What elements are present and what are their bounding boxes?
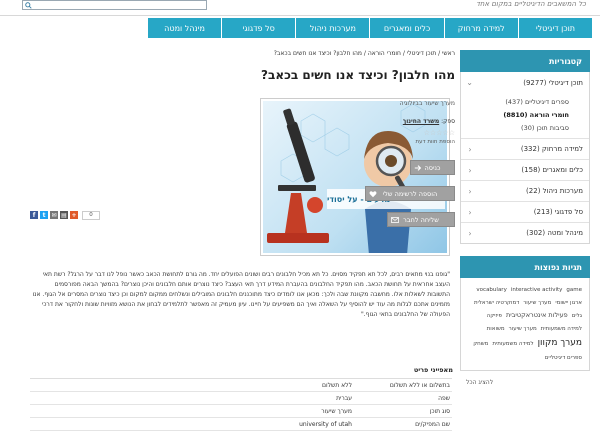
tag-link[interactable]: interactive activity — [511, 287, 563, 294]
publisher-label: ספק: — [441, 118, 455, 125]
properties-title: מאפייני פריט — [413, 366, 453, 374]
nav-item-management-systems[interactable]: מערכות ניהול — [295, 18, 369, 38]
tag-link[interactable]: vocabulary — [476, 287, 506, 294]
category-list: תוכן דיגיטלי (9277) ⌄ ספרים דיגיטליים (4… — [460, 72, 590, 244]
enter-button-label: כניסה — [424, 163, 441, 172]
category-label: מינהל ומטה (302) — [526, 229, 583, 237]
property-value: ללא תשלום — [322, 381, 352, 389]
show-all-tags-link[interactable]: להציג הכל — [460, 371, 590, 394]
enter-button[interactable]: כניסה — [410, 160, 455, 175]
publisher-line: ספק: משרד החינוך — [403, 118, 455, 125]
tag-link[interactable]: דמוקרטיה ישראלית — [474, 300, 519, 307]
property-value: עברית — [336, 394, 352, 402]
property-value: university of utah — [299, 420, 352, 428]
property-key: שם המפיק/ים — [415, 420, 450, 428]
subcategory-list: ספרים דיגיטליים (437) חומרי הוראה (8810)… — [461, 93, 589, 138]
email-icon[interactable]: ✉ — [50, 211, 58, 219]
category-digital-content[interactable]: תוכן דיגיטלי (9277) ⌄ — [461, 72, 589, 93]
tags-title: תגיות נפוצות — [460, 256, 590, 278]
site-tagline: כל המשאבים הדיגיטליים במקום אחד — [476, 0, 586, 8]
plus-share-icon[interactable]: + — [70, 211, 78, 219]
property-key: בתשלום או ללא תשלום — [389, 381, 450, 389]
envelope-icon — [391, 217, 399, 223]
item-description: "גופנו בנוי מתאים רבים, לכל תא תפקיד מסו… — [32, 271, 450, 318]
send-to-friend-button[interactable]: שליחה לחבר — [387, 212, 455, 227]
nav-item-digital-content[interactable]: תוכן דיגיטלי — [517, 18, 592, 38]
table-row: שם המפיק/ים university of utah — [30, 418, 452, 431]
tag-link[interactable]: למידה משמעותית — [492, 341, 533, 348]
tag-link[interactable]: ספרים דיגיטליים — [545, 355, 582, 362]
breadcrumb[interactable]: ראשי / תוכן דיגיטלי / חומרי הוראה / מהו … — [274, 50, 455, 57]
search-box[interactable] — [22, 0, 207, 10]
print-icon[interactable]: ▤ — [60, 211, 68, 219]
top-strip: כל המשאבים הדיגיטליים במקום אחד — [0, 0, 600, 16]
tag-link[interactable]: משואות — [487, 326, 505, 333]
search-icon[interactable] — [25, 2, 32, 9]
popular-tags: תגיות נפוצות gameinteractive activity voc… — [460, 256, 590, 394]
chevron-left-icon[interactable]: ‹ — [467, 187, 473, 196]
add-review-link[interactable]: הוספת חוות דעת — [416, 139, 455, 145]
tag-link[interactable]: מערך שיעור — [509, 326, 537, 333]
tag-link[interactable]: גלים — [572, 313, 582, 320]
tag-link[interactable]: למידה משמעותית — [541, 326, 582, 333]
share-count: 0 — [82, 210, 100, 220]
category-label: תוכן דיגיטלי (9277) — [523, 78, 583, 87]
property-key: שפה — [438, 394, 450, 402]
subcategory-digital-books[interactable]: ספרים דיגיטליים (437) — [461, 95, 589, 108]
category-administration[interactable]: מינהל ומטה (302) ‹ — [461, 222, 589, 243]
tag-link[interactable]: פיזיקה — [487, 313, 502, 320]
subcategory-teaching-materials[interactable]: חומרי הוראה (8810) — [461, 108, 589, 121]
chevron-left-icon[interactable]: ‹ — [467, 166, 473, 175]
tag-link[interactable]: מערך מקוון — [538, 338, 582, 350]
tag-link[interactable]: ארגון יישומי — [555, 300, 582, 307]
nav-item-pedagogic-basket[interactable]: סל פדגוגי — [221, 18, 295, 38]
heart-icon — [369, 191, 377, 198]
category-label: למידה מרחוק (332) — [520, 145, 583, 153]
item-type: מערך שיעור בביולוגיה — [399, 100, 455, 107]
facebook-icon[interactable]: f — [30, 211, 38, 219]
twitter-icon[interactable]: t — [40, 211, 48, 219]
chevron-left-icon[interactable]: ‹ — [467, 208, 473, 217]
category-label: סל פדגוגי (213) — [533, 208, 583, 216]
tag-link[interactable]: משחק — [473, 341, 488, 348]
add-to-list-label: הוספה לרשימה שלי — [382, 189, 438, 198]
rating-stars[interactable]: ☆☆☆☆☆ — [424, 129, 455, 137]
chevron-left-icon[interactable]: ‹ — [467, 229, 473, 238]
arrow-enter-icon — [414, 165, 422, 171]
category-management-systems[interactable]: מערכות ניהול (22) ‹ — [461, 180, 589, 201]
share-bar: f t ✉ ▤ + 0 — [30, 210, 100, 220]
nav-item-administration[interactable]: מינהל ומטה — [148, 18, 221, 38]
category-pedagogic-basket[interactable]: סל פדגוגי (213) ‹ — [461, 201, 589, 222]
category-remote-learning[interactable]: למידה מרחוק (332) ‹ — [461, 138, 589, 159]
table-row: שפה עברית — [30, 392, 452, 405]
property-value: מערך שיעור — [321, 407, 352, 415]
add-to-list-button[interactable]: הוספה לרשימה שלי — [365, 186, 455, 201]
tag-cloud: gameinteractive activity vocabulary ארגון … — [460, 278, 590, 372]
subcategory-content-environments[interactable]: סביבות תוכן (30) — [461, 121, 589, 134]
search-input[interactable] — [23, 1, 206, 10]
chevron-down-icon[interactable]: ⌄ — [466, 78, 473, 87]
categories-title: קטגוריות — [460, 50, 590, 72]
tag-link[interactable]: game — [566, 287, 582, 294]
tag-link[interactable]: פעילות אינטראקטיבית — [506, 311, 568, 319]
table-row: בתשלום או ללא תשלום ללא תשלום — [30, 379, 452, 392]
category-label: מערכות ניהול (22) — [526, 187, 583, 195]
table-row: סוג תוכן מערך שיעור — [30, 405, 452, 418]
property-key: סוג תוכן — [429, 407, 450, 415]
tag-link[interactable]: מערך שיעור — [523, 300, 551, 307]
page-title: מהו חלבון? וכיצד אנו חשים בכאב? — [261, 68, 455, 82]
category-tools[interactable]: כלים ומאגרים (158) ‹ — [461, 159, 589, 180]
category-label: כלים ומאגרים (158) — [521, 166, 583, 174]
publisher-link[interactable]: משרד החינוך — [403, 118, 439, 125]
properties-table: בתשלום או ללא תשלום ללא תשלום שפה עברית … — [30, 378, 452, 431]
nav-item-tools[interactable]: כלים ומאגרים — [369, 18, 443, 38]
chevron-left-icon[interactable]: ‹ — [467, 145, 473, 154]
send-to-friend-label: שליחה לחבר — [403, 215, 439, 224]
main-nav: תוכן דיגיטלי למידה מרחוק כלים ומאגרים מע… — [148, 18, 592, 38]
sidebar: קטגוריות תוכן דיגיטלי (9277) ⌄ ספרים דיג… — [460, 50, 590, 394]
nav-item-remote-learning[interactable]: למידה מרחוק — [443, 18, 518, 38]
